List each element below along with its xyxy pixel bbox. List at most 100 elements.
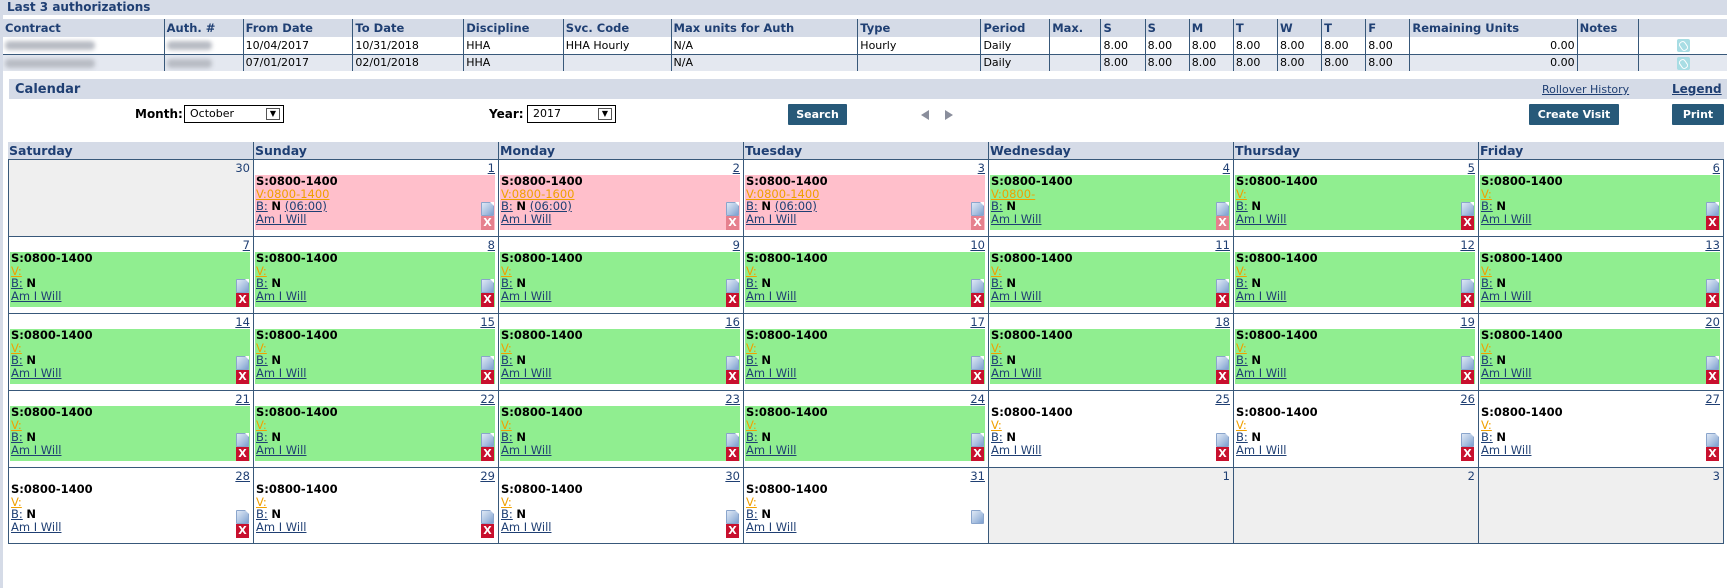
document-icon[interactable] <box>726 433 739 447</box>
delete-icon[interactable]: X <box>971 447 984 461</box>
document-icon[interactable] <box>1216 356 1229 370</box>
visit-block[interactable]: S:0800-1400 V: B: N Am I Will X <box>10 252 250 307</box>
caregiver-link[interactable]: Am I Will <box>501 289 551 303</box>
caregiver-link[interactable]: Am I Will <box>746 289 796 303</box>
day-number[interactable]: 11 <box>1215 238 1230 252</box>
calendar-day[interactable]: 22 S:0800-1400 V: B: N Am I Will X <box>253 391 498 467</box>
caregiver-link[interactable]: Am I Will <box>746 366 796 380</box>
delete-icon[interactable]: X <box>1216 293 1229 307</box>
day-number[interactable]: 31 <box>970 469 985 483</box>
delete-icon[interactable]: X <box>726 447 739 461</box>
caregiver-link[interactable]: Am I Will <box>1236 443 1286 457</box>
calendar-day[interactable]: 30 S:0800-1400 V: B: N Am I Will X <box>498 468 743 543</box>
visit-block[interactable]: S:0800-1400 V: B: N Am I Will X <box>990 329 1230 384</box>
caregiver-link[interactable]: Am I Will <box>1481 366 1531 380</box>
document-icon[interactable] <box>971 279 984 293</box>
caregiver-link[interactable]: Am I Will <box>501 443 551 457</box>
search-button[interactable]: Search <box>788 104 847 125</box>
calendar-day[interactable]: 11 S:0800-1400 V: B: N Am I Will X <box>988 237 1233 313</box>
day-number[interactable]: 12 <box>1460 238 1475 252</box>
calendar-day[interactable]: 23 S:0800-1400 V: B: N Am I Will X <box>498 391 743 467</box>
day-number[interactable]: 21 <box>235 392 250 406</box>
visit-block[interactable]: S:0800-1400 V:0800-1400 B: N (06:00) Am I W… <box>745 175 985 230</box>
delete-icon[interactable]: X <box>1216 447 1229 461</box>
day-number[interactable]: 2 <box>733 161 740 175</box>
delete-icon[interactable]: X <box>1706 447 1719 461</box>
day-number[interactable]: 13 <box>1705 238 1720 252</box>
caregiver-link[interactable]: Am I Will <box>11 289 61 303</box>
document-icon[interactable] <box>1706 433 1719 447</box>
visit-block[interactable]: S:0800-1400 V: B: N Am I Will X <box>1235 329 1475 384</box>
calendar-day[interactable]: 15 S:0800-1400 V: B: N Am I Will X <box>253 314 498 390</box>
visit-block[interactable]: S:0800-1400 V: B: N Am I Will X <box>745 252 985 307</box>
delete-icon[interactable]: X <box>971 216 984 230</box>
caregiver-link[interactable]: Am I Will <box>991 443 1041 457</box>
delete-icon[interactable]: X <box>481 293 494 307</box>
calendar-day[interactable]: 20 S:0800-1400 V: B: N Am I Will X <box>1478 314 1724 390</box>
delete-icon[interactable]: X <box>481 447 494 461</box>
visit-block[interactable]: S:0800-1400 V: B: N Am I Will X <box>500 406 740 461</box>
delete-icon[interactable]: X <box>236 293 249 307</box>
calendar-day[interactable]: 29 S:0800-1400 V: B: N Am I Will X <box>253 468 498 543</box>
document-icon[interactable] <box>481 279 494 293</box>
caregiver-link[interactable]: Am I Will <box>746 520 796 534</box>
calendar-day[interactable]: 5 S:0800-1400 V: B: N Am I Will X <box>1233 160 1478 236</box>
legend-link[interactable]: Legend <box>1672 82 1722 96</box>
document-icon[interactable] <box>1461 433 1474 447</box>
document-icon[interactable] <box>726 202 739 216</box>
document-icon[interactable] <box>971 510 984 524</box>
calendar-day[interactable]: 31 S:0800-1400 V: B: N Am I Will <box>743 468 988 543</box>
day-number[interactable]: 18 <box>1215 315 1230 329</box>
next-month-arrow-icon[interactable] <box>945 110 953 120</box>
calendar-day[interactable]: 16 S:0800-1400 V: B: N Am I Will X <box>498 314 743 390</box>
document-icon[interactable] <box>1216 279 1229 293</box>
visit-block[interactable]: S:0800-1400 V: B: N Am I Will X <box>500 329 740 384</box>
document-icon[interactable] <box>971 356 984 370</box>
visit-block[interactable]: S:0800-1400 V: B: N Am I Will X <box>745 329 985 384</box>
caregiver-link[interactable]: Am I Will <box>1236 289 1286 303</box>
day-number[interactable]: 26 <box>1460 392 1475 406</box>
month-select[interactable]: October ▼ <box>184 105 284 123</box>
delete-icon[interactable]: X <box>481 370 494 384</box>
document-icon[interactable] <box>726 510 739 524</box>
day-number[interactable]: 22 <box>480 392 495 406</box>
caregiver-link[interactable]: Am I Will <box>1236 366 1286 380</box>
caregiver-link[interactable]: Am I Will <box>1236 212 1286 226</box>
calendar-day[interactable]: 13 S:0800-1400 V: B: N Am I Will X <box>1478 237 1724 313</box>
delete-icon[interactable]: X <box>971 370 984 384</box>
document-icon[interactable] <box>481 510 494 524</box>
create-visit-button[interactable]: Create Visit <box>1529 104 1619 125</box>
visit-block[interactable]: S:0800-1400 V: B: N Am I Will X <box>10 329 250 384</box>
delete-icon[interactable]: X <box>726 216 739 230</box>
day-number[interactable]: 4 <box>1223 161 1230 175</box>
delete-icon[interactable]: X <box>726 370 739 384</box>
document-icon[interactable] <box>1706 279 1719 293</box>
caregiver-link[interactable]: Am I Will <box>746 443 796 457</box>
day-number[interactable]: 6 <box>1713 161 1720 175</box>
day-number[interactable]: 7 <box>243 238 250 252</box>
caregiver-link[interactable]: Am I Will <box>11 520 61 534</box>
day-number[interactable]: 27 <box>1705 392 1720 406</box>
calendar-day[interactable]: 10 S:0800-1400 V: B: N Am I Will X <box>743 237 988 313</box>
previous-month-arrow-icon[interactable] <box>921 110 929 120</box>
delete-icon[interactable]: X <box>481 216 494 230</box>
visit-block[interactable]: S:0800-1400 V: B: N Am I Will X <box>1480 406 1720 461</box>
visit-block[interactable]: S:0800-1400 V:0800-1400 B: N (06:00) Am I W… <box>255 175 495 230</box>
caregiver-link[interactable]: Am I Will <box>256 212 306 226</box>
delete-icon[interactable]: X <box>1461 447 1474 461</box>
document-icon[interactable] <box>236 279 249 293</box>
calendar-day[interactable]: 6 S:0800-1400 V: B: N Am I Will X <box>1478 160 1724 236</box>
visit-block[interactable]: S:0800-1400 V: B: N Am I Will X <box>745 406 985 461</box>
document-icon[interactable] <box>726 279 739 293</box>
document-icon[interactable] <box>1706 202 1719 216</box>
document-icon[interactable] <box>1461 279 1474 293</box>
visit-block[interactable]: S:0800-1400 V: B: N Am I Will X <box>1480 329 1720 384</box>
visit-block[interactable]: S:0800-1400 V: B: N Am I Will X <box>990 406 1230 461</box>
day-number[interactable]: 17 <box>970 315 985 329</box>
delete-icon[interactable]: X <box>1706 293 1719 307</box>
calendar-day[interactable]: 30 <box>8 160 253 236</box>
caregiver-link[interactable]: Am I Will <box>256 289 306 303</box>
calendar-day[interactable]: 14 S:0800-1400 V: B: N Am I Will X <box>8 314 253 390</box>
caregiver-link[interactable]: Am I Will <box>1481 212 1531 226</box>
delete-icon[interactable]: X <box>236 447 249 461</box>
